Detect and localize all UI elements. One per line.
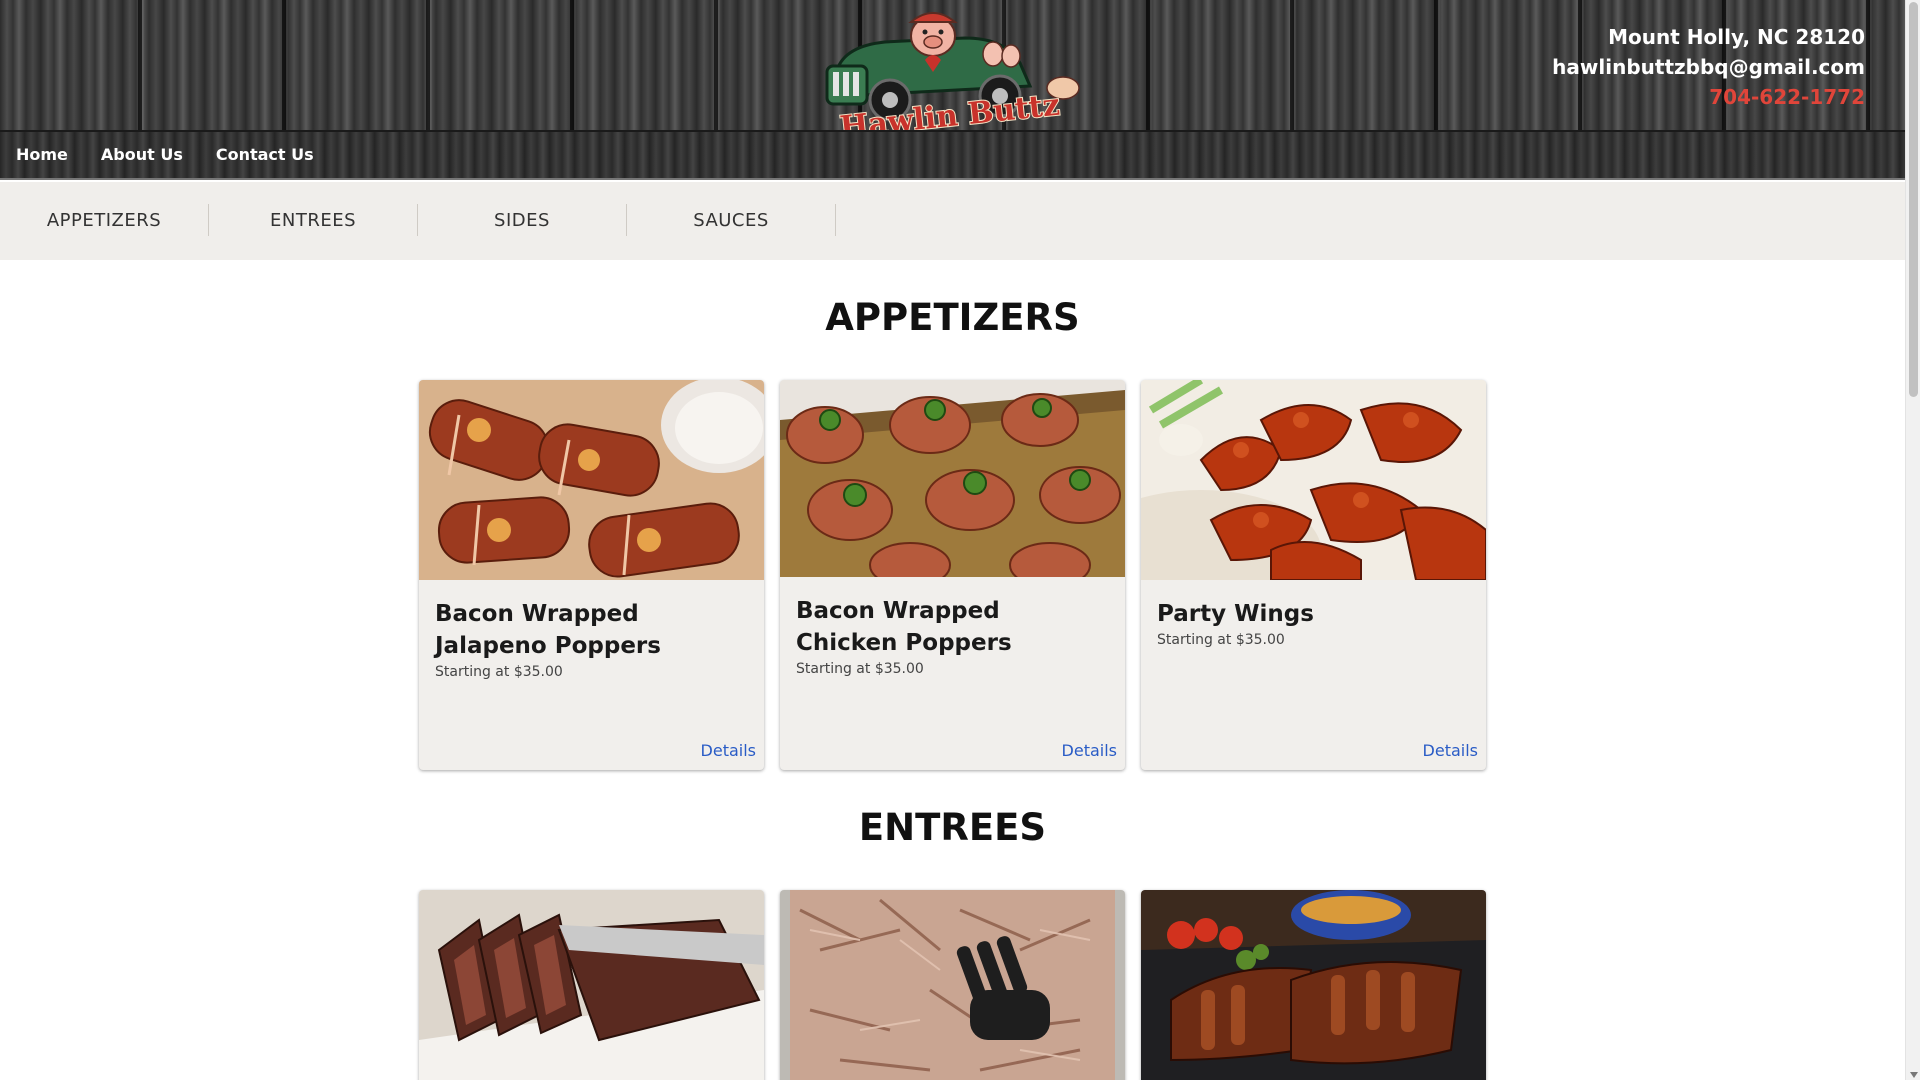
item-name: Bacon Wrapped Chicken Poppers <box>796 598 1012 656</box>
category-tab-appetizers[interactable]: APPETIZERS <box>0 204 209 236</box>
details-link[interactable]: Details <box>1423 741 1478 760</box>
item-price: Starting at $35.00 <box>1157 632 1285 648</box>
menu-card[interactable] <box>780 890 1125 1080</box>
nav-link-home[interactable]: Home <box>16 145 68 164</box>
category-tab-entrees[interactable]: ENTREES <box>209 204 418 236</box>
jalapeno-poppers-photo <box>419 380 764 580</box>
item-price: Starting at $35.00 <box>796 661 924 677</box>
item-name: Party Wings <box>1157 601 1314 627</box>
nav-item-home: Home <box>16 145 68 165</box>
category-bar: APPETIZERS ENTREES SIDES SAUCES <box>0 182 1905 260</box>
party-wings-photo <box>1141 380 1486 580</box>
scrollbar-thumb[interactable] <box>1909 2 1918 397</box>
chicken-poppers-photo <box>780 380 1125 577</box>
hawlin-buttz-logo[interactable]: Hawlin Buttz <box>815 8 1085 136</box>
menu-card[interactable]: Party Wings Starting at $35.00 Details <box>1141 380 1486 770</box>
details-link[interactable]: Details <box>1062 741 1117 760</box>
nav-item-about: About Us <box>101 145 183 165</box>
category-tab-sides[interactable]: SIDES <box>418 204 627 236</box>
site-header: Hawlin Buttz Mount Holly, NC 28120 hawli… <box>0 0 1905 136</box>
scroll-down-arrow-icon[interactable] <box>1910 1072 1918 1078</box>
brisket-photo <box>419 890 764 1080</box>
item-price: Starting at $35.00 <box>435 664 563 680</box>
contact-info: Mount Holly, NC 28120 hawlinbuttzbbq@gma… <box>1552 22 1865 112</box>
pulled-pork-photo <box>780 890 1125 1080</box>
details-link[interactable]: Details <box>701 741 756 760</box>
page: Hawlin Buttz Mount Holly, NC 28120 hawli… <box>0 0 1905 1080</box>
address-text: Mount Holly, NC 28120 <box>1608 25 1865 49</box>
main-nav: Home About Us Contact Us <box>0 130 1905 180</box>
nav-link-about-us[interactable]: About Us <box>101 145 183 164</box>
menu-card[interactable]: Bacon Wrapped Jalapeno Poppers Starting … <box>419 380 764 770</box>
section-title-appetizers: APPETIZERS <box>825 296 1080 339</box>
phone-link[interactable]: 704-622-1772 <box>1552 82 1865 112</box>
item-name: Bacon Wrapped Jalapeno Poppers <box>435 601 661 659</box>
menu-card[interactable] <box>1141 890 1486 1080</box>
nav-link-contact-us[interactable]: Contact Us <box>216 145 314 164</box>
page-scrollbar[interactable] <box>1905 0 1920 1080</box>
category-tab-sauces[interactable]: SAUCES <box>627 204 836 236</box>
nav-item-contact: Contact Us <box>216 145 314 165</box>
section-title-entrees: ENTREES <box>858 806 1047 849</box>
menu-card[interactable]: Bacon Wrapped Chicken Poppers Starting a… <box>780 380 1125 770</box>
email-link[interactable]: hawlinbuttzbbq@gmail.com <box>1552 52 1865 82</box>
ribs-photo <box>1141 890 1486 1080</box>
menu-card[interactable] <box>419 890 764 1080</box>
